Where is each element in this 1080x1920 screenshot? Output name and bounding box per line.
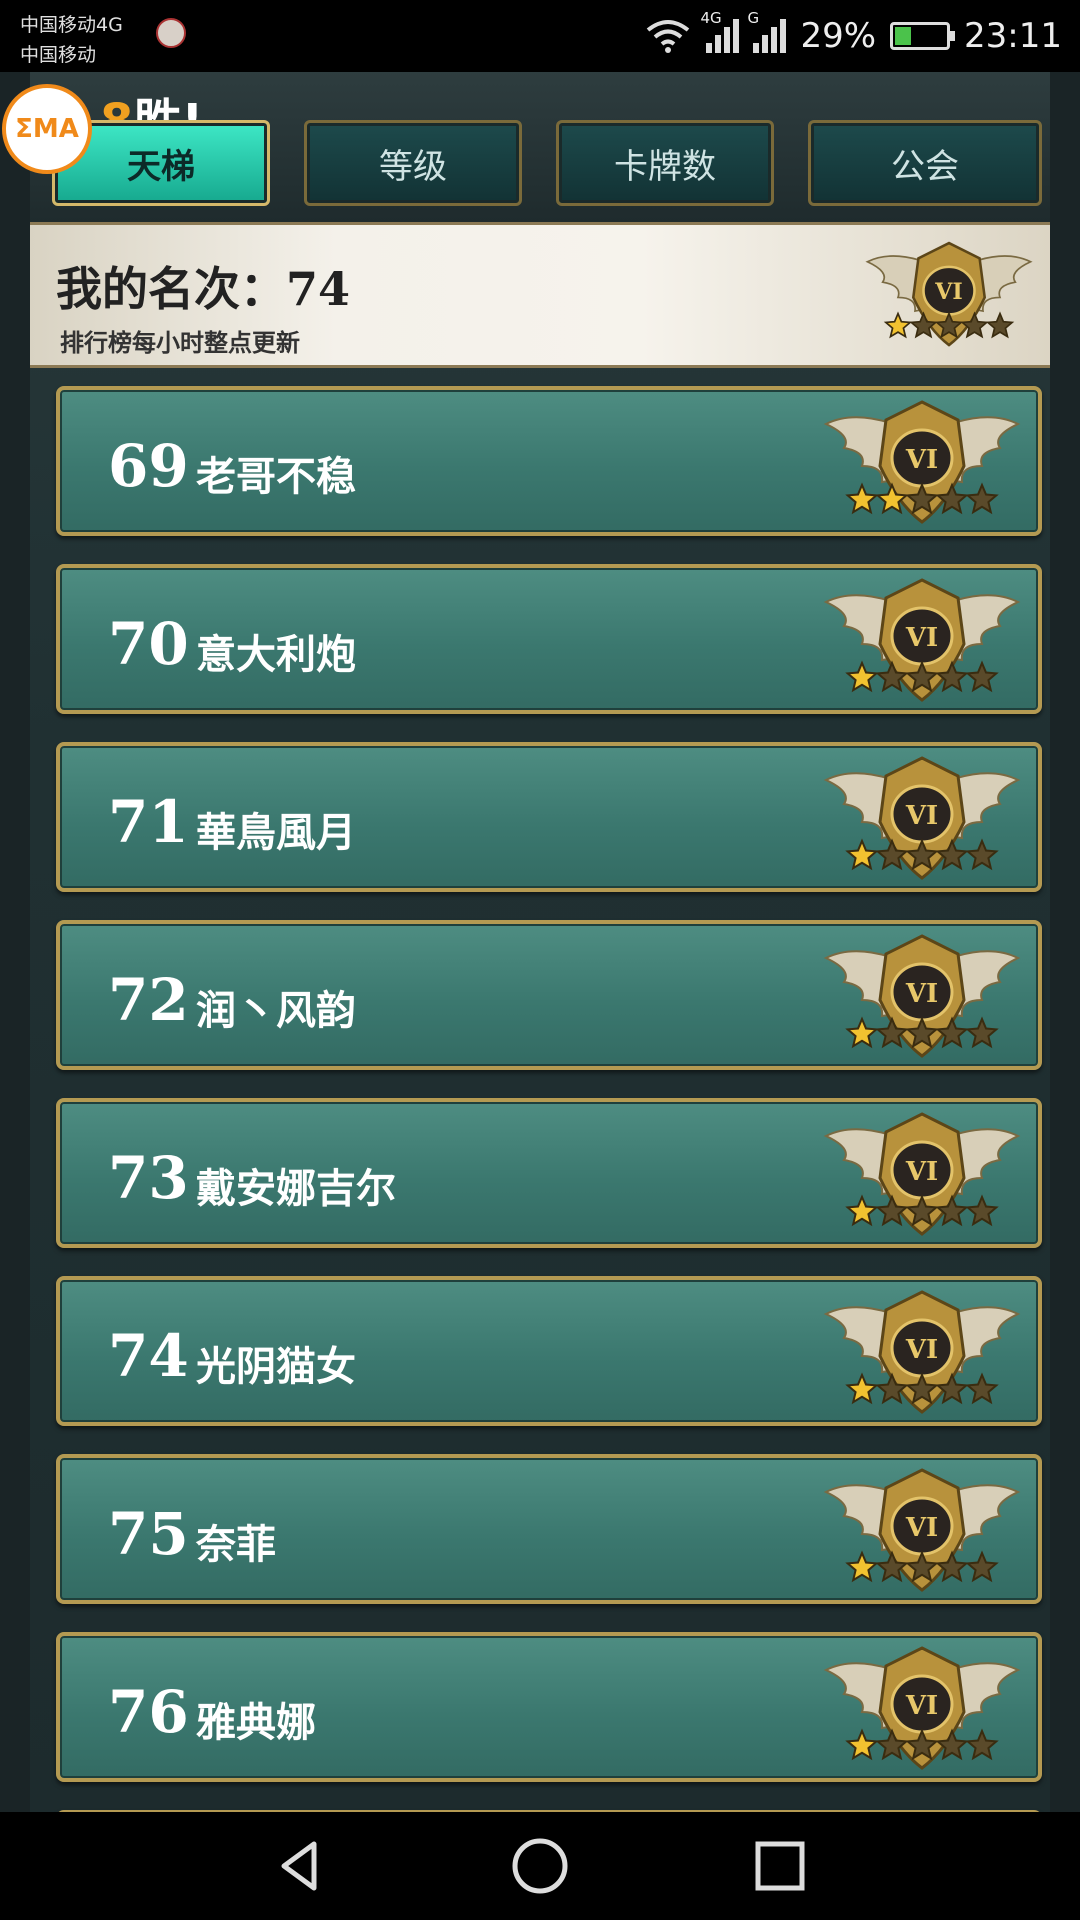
leaderboard-list: 69 老哥不稳 VI 70 意大利炮 VI 71 華鳥風月 VI 72 润丶风韵… xyxy=(56,386,1042,1812)
player-rank: 75 xyxy=(108,1500,189,1568)
tier-label: VI xyxy=(905,1335,938,1365)
battery-icon xyxy=(890,22,956,50)
signal-4g-icon: 4G xyxy=(700,9,740,53)
my-rank-banner: 我的名次：74 排行榜每小时整点更新 VI xyxy=(30,222,1050,368)
star-filled-icon xyxy=(845,838,879,871)
player-rank: 74 xyxy=(108,1322,189,1390)
leaderboard-row[interactable]: 74 光阴猫女 VI xyxy=(56,1276,1042,1426)
rank-emblem-icon: VI xyxy=(823,756,1021,880)
leaderboard-row[interactable]: 72 润丶风韵 VI xyxy=(56,920,1042,1070)
star-filled-icon xyxy=(845,1550,879,1583)
player-rank: 72 xyxy=(108,966,189,1034)
tier-label: VI xyxy=(905,445,938,475)
back-icon[interactable] xyxy=(270,1836,330,1896)
tier-label: VI xyxy=(905,801,938,831)
tier-label: VI xyxy=(905,1691,938,1721)
star-empty-icon xyxy=(965,1016,999,1049)
status-bar: 中国移动4G 中国移动 4G G 29% 23:11 xyxy=(0,0,1080,72)
battery-percent: 29% xyxy=(800,16,877,56)
leaderboard-screen: 8胜! 天梯 等级 卡牌数 公会 我的名次：74 排行榜每小时整点更新 VI 6… xyxy=(30,72,1050,1812)
tab-level[interactable]: 等级 xyxy=(304,120,522,206)
star-empty-icon xyxy=(965,1550,999,1583)
tier-label: VI xyxy=(905,623,938,653)
update-note: 排行榜每小时整点更新 xyxy=(60,328,300,357)
rank-emblem-icon: VI xyxy=(823,578,1021,702)
leaderboard-row[interactable]: 75 奈菲 VI xyxy=(56,1454,1042,1604)
player-name: 光阴猫女 xyxy=(196,1344,356,1390)
wifi-icon xyxy=(647,20,690,53)
star-filled-icon xyxy=(883,311,913,339)
player-name: 润丶风韵 xyxy=(196,988,356,1034)
my-rank-label: 我的名次：74 xyxy=(56,262,351,316)
player-rank: 70 xyxy=(108,610,189,678)
navigation-bar xyxy=(0,1812,1080,1920)
tab-guild[interactable]: 公会 xyxy=(808,120,1042,206)
tab-card-count[interactable]: 卡牌数 xyxy=(556,120,774,206)
tier-label: VI xyxy=(905,979,938,1009)
tier-label: VI xyxy=(934,279,962,305)
net-type-2: G xyxy=(747,9,760,27)
tier-label: VI xyxy=(905,1513,938,1543)
star-filled-icon xyxy=(845,1194,879,1227)
star-filled-icon xyxy=(845,1728,879,1761)
rank-emblem-icon: VI xyxy=(823,1290,1021,1414)
home-icon[interactable] xyxy=(510,1836,570,1896)
player-rank: 69 xyxy=(108,432,189,500)
rank-emblem-icon: VI xyxy=(823,1112,1021,1236)
carrier-label-2: 中国移动 xyxy=(20,44,97,66)
tier-label: VI xyxy=(905,1157,938,1187)
rank-emblem-icon: VI xyxy=(865,241,1033,347)
player-name: 老哥不稳 xyxy=(196,454,356,500)
star-empty-icon xyxy=(985,311,1015,339)
signal-g-icon: G xyxy=(747,9,787,53)
net-type-1: 4G xyxy=(700,9,722,27)
player-name: 華鳥風月 xyxy=(196,810,356,856)
notification-app-icon xyxy=(156,18,186,48)
star-empty-icon xyxy=(965,660,999,693)
rank-emblem-icon: VI xyxy=(823,1468,1021,1592)
leaderboard-row[interactable]: 70 意大利炮 VI xyxy=(56,564,1042,714)
star-filled-icon xyxy=(845,1016,879,1049)
rank-emblem-icon: VI xyxy=(823,1646,1021,1770)
player-name: 意大利炮 xyxy=(196,632,356,678)
star-empty-icon xyxy=(965,838,999,871)
rank-emblem-icon: VI xyxy=(823,400,1021,524)
star-empty-icon xyxy=(965,1728,999,1761)
star-empty-icon xyxy=(965,1372,999,1405)
star-empty-icon xyxy=(965,1194,999,1227)
leaderboard-tabs: 天梯 等级 卡牌数 公会 xyxy=(52,120,1042,216)
player-rank: 71 xyxy=(108,788,189,856)
status-indicators: 4G G 29% 23:11 xyxy=(644,9,1062,58)
leaderboard-row[interactable]: 76 雅典娜 VI xyxy=(56,1632,1042,1782)
player-name: 雅典娜 xyxy=(196,1700,316,1746)
leaderboard-row[interactable]: 71 華鳥風月 VI xyxy=(56,742,1042,892)
recents-icon[interactable] xyxy=(750,1836,810,1896)
clock: 23:11 xyxy=(964,16,1062,56)
ema-overlay-logo[interactable]: ΣMA xyxy=(2,84,92,174)
player-name: 奈菲 xyxy=(196,1522,276,1568)
star-filled-icon xyxy=(845,482,879,515)
player-rank: 73 xyxy=(108,1144,189,1212)
player-name: 戴安娜吉尔 xyxy=(196,1166,396,1212)
rank-emblem-icon: VI xyxy=(823,934,1021,1058)
star-filled-icon xyxy=(845,1372,879,1405)
leaderboard-row[interactable]: 73 戴安娜吉尔 VI xyxy=(56,1098,1042,1248)
player-rank: 76 xyxy=(108,1678,189,1746)
header-frame: 8胜! 天梯 等级 卡牌数 公会 xyxy=(30,72,1050,224)
star-empty-icon xyxy=(965,482,999,515)
leaderboard-row[interactable]: 69 老哥不稳 VI xyxy=(56,386,1042,536)
star-filled-icon xyxy=(845,660,879,693)
carrier-label-1: 中国移动4G xyxy=(20,14,123,36)
